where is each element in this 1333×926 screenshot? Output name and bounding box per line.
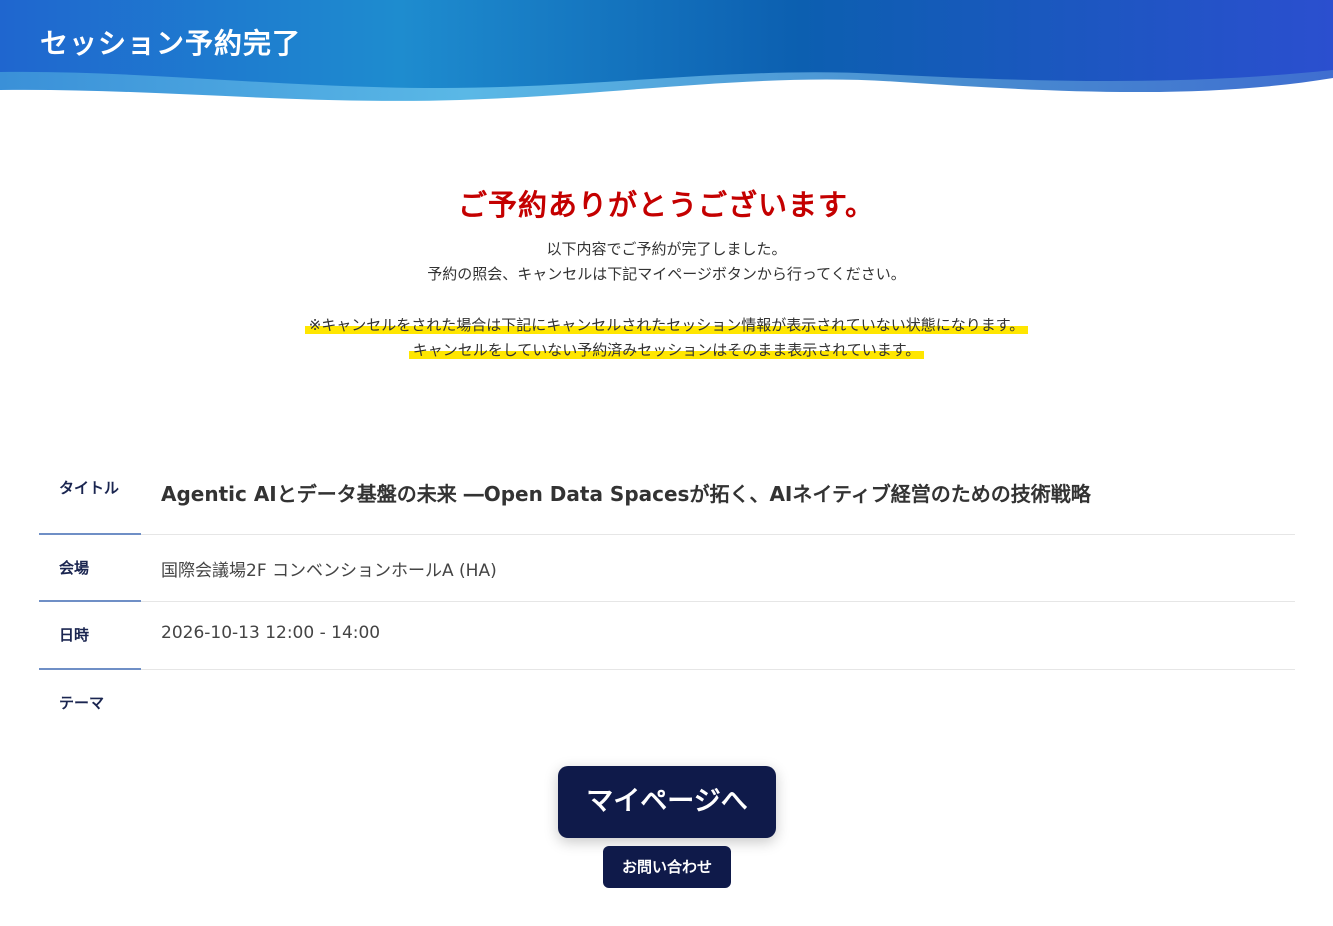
page-header: セッション予約完了	[0, 0, 1333, 110]
intro-line-2: 予約の照会、キャンセルは下記マイページボタンから行ってください。	[427, 265, 906, 283]
detail-row-venue: 会場 国際会議場2F コンベンションホールA (HA)	[39, 535, 1295, 602]
theme-label: テーマ	[59, 694, 105, 712]
detail-row-theme: テーマ	[39, 670, 1295, 730]
datetime-value: 2026-10-13 12:00 - 14:00	[161, 623, 381, 643]
page-title: セッション予約完了	[40, 27, 302, 60]
title-value: Agentic AIとデータ基盤の未来 ―Open Data Spacesが拓く…	[161, 482, 1091, 506]
datetime-label: 日時	[39, 602, 141, 670]
session-detail-table: タイトル Agentic AIとデータ基盤の未来 ―Open Data Spac…	[39, 456, 1295, 730]
intro-line-1: 以下内容でご予約が完了しました。	[546, 240, 787, 258]
detail-row-title: タイトル Agentic AIとデータ基盤の未来 ―Open Data Spac…	[39, 456, 1295, 535]
venue-label: 会場	[39, 535, 141, 602]
mypage-button[interactable]: マイページへ	[558, 766, 776, 838]
notice-line-1: ※キャンセルをされた場合は下記にキャンセルされたセッション情報が表示されていない…	[304, 316, 1029, 334]
notice-line-2: キャンセルをしていない予約済みセッションはそのまま表示されています。	[408, 341, 925, 359]
intro-text: 以下内容でご予約が完了しました。 予約の照会、キャンセルは下記マイページボタンか…	[0, 237, 1333, 287]
venue-value: 国際会議場2F コンベンションホールA (HA)	[161, 561, 497, 581]
title-label: タイトル	[39, 456, 141, 535]
contact-button[interactable]: お問い合わせ	[603, 846, 731, 888]
detail-row-datetime: 日時 2026-10-13 12:00 - 14:00	[39, 602, 1295, 670]
cancel-notice: ※キャンセルをされた場合は下記にキャンセルされたセッション情報が表示されていない…	[0, 313, 1333, 363]
thanks-heading: ご予約ありがとうございます。	[457, 188, 876, 222]
theme-value	[141, 670, 1295, 730]
